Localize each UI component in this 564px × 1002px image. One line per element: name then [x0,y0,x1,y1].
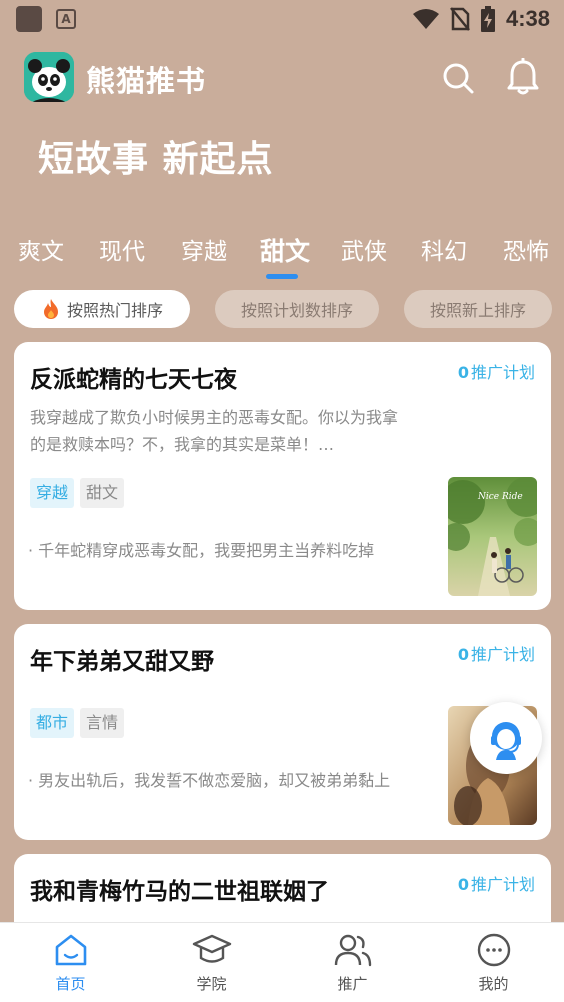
panda-logo-icon [24,52,74,102]
nav-mine[interactable]: 我的 [423,923,564,1002]
book-card[interactable]: 反派蛇精的七天七夜 0 推广计划 我穿越成了欺负小时候男主的恶毒女配。你以为我拿的… [14,342,551,610]
tag-genre: 穿越 [30,478,75,508]
tab-wuxia[interactable]: 武侠 [341,232,387,266]
promo-count: 0 [457,363,469,382]
home-icon [55,934,86,966]
search-icon [443,63,474,94]
sort-newest-label: 按照新上排序 [429,301,526,320]
sort-hot-button[interactable]: 按照热门排序 [14,290,190,328]
tab-shuangwen[interactable]: 爽文 [18,232,64,266]
book-tags: 穿越 甜文 [30,478,125,508]
tab-kehuan[interactable]: 科幻 [421,232,467,266]
tag-genre: 都市 [30,708,75,738]
promo-label: 推广计划 [470,875,535,894]
tab-xiandai[interactable]: 现代 [99,232,145,266]
tab-kongbu[interactable]: 恐怖 [503,232,549,266]
tab-chuanyue[interactable]: 穿越 [181,232,227,266]
tag-genre: 甜文 [80,478,125,508]
tab-tianwen[interactable]: 甜文 [260,232,310,268]
app-notification-icon [16,6,42,32]
book-title: 我和青梅竹马的二世祖联姻了 [30,879,329,905]
app-header: 熊猫推书 [0,48,564,106]
tag-genre: 言情 [80,708,125,738]
sort-plan-count-button[interactable]: 按照计划数排序 [215,290,379,328]
status-bar: A 4:38 [0,0,564,38]
nav-mine-label: 我的 [478,975,509,993]
nav-promote-label: 推广 [337,975,368,993]
promo-label: 推广计划 [470,363,535,382]
nav-academy[interactable]: 学院 [141,923,282,1002]
customer-support-button[interactable] [470,702,542,774]
no-sim-icon [449,7,470,31]
users-icon [334,934,371,967]
book-cover-image[interactable]: Nice Ride [448,477,537,596]
app-title: 熊猫推书 [86,64,207,98]
graduation-cap-icon [192,934,231,963]
promo-label: 推广计划 [470,645,535,664]
active-tab-indicator [266,274,298,279]
status-time: 4:38 [505,6,550,31]
sort-newest-button[interactable]: 按照新上排序 [404,290,552,328]
a-notification-icon: A [56,9,76,29]
sort-plan-count-label: 按照计划数排序 [240,301,353,320]
bottom-nav: 首页 学院 推广 我的 [0,922,564,1002]
promo-plan-link[interactable]: 0 推广计划 [458,359,535,383]
promo-count: 0 [457,875,469,894]
book-description: 我穿越成了欺负小时候男主的恶毒女配。你以为我拿的是救赎本吗？不，我拿的其实是菜单… [30,408,399,454]
promo-count: 0 [457,645,469,664]
book-summary: · 千年蛇精穿成恶毒女配，我要把男主当养料吃掉 [28,541,375,560]
nav-academy-label: 学院 [196,975,227,993]
book-title: 反派蛇精的七天七夜 [30,367,237,393]
profile-face-icon [477,933,510,967]
promo-plan-link[interactable]: 0 推广计划 [458,871,535,895]
nav-promote[interactable]: 推广 [282,923,423,1002]
book-title: 年下弟弟又甜又野 [30,649,214,675]
book-tags: 都市 言情 [30,708,125,738]
cover-text: Nice Ride [477,492,523,502]
sort-options: 按照热门排序 按照计划数排序 按照新上排序 [0,290,564,328]
slogan: 短故事 新起点 [38,139,274,180]
bell-icon [507,57,539,95]
headset-agent-icon [491,722,521,760]
search-button[interactable] [440,60,476,96]
wifi-icon [412,9,439,29]
flame-icon [43,299,58,319]
book-summary: · 男友出轨后，我发誓不做恋爱脑，却又被弟弟黏上 [28,771,391,790]
notification-button[interactable] [505,57,541,96]
promo-plan-link[interactable]: 0 推广计划 [458,641,535,665]
nav-home-label: 首页 [55,975,86,993]
nav-home[interactable]: 首页 [0,923,141,1002]
sort-hot-label: 按照热门排序 [66,301,163,320]
battery-charging-icon [480,6,495,32]
